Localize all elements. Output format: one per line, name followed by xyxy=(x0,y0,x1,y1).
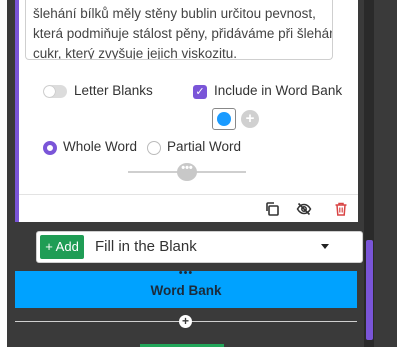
include-word-bank-checkbox[interactable]: ✓ xyxy=(193,85,207,99)
slider-handle[interactable]: ••• xyxy=(177,163,197,181)
add-color-button[interactable]: + xyxy=(241,110,259,128)
copy-icon[interactable] xyxy=(264,201,280,217)
plus-icon: + xyxy=(181,314,189,328)
check-icon: ✓ xyxy=(195,86,205,98)
drag-handle-icon[interactable]: ••• xyxy=(15,267,357,279)
add-button[interactable]: + Add xyxy=(40,235,84,259)
passage-line: která podmiňuje stálost pěny, přidáváme … xyxy=(33,26,333,41)
letter-blanks-toggle[interactable] xyxy=(43,85,67,98)
whole-word-label: Whole Word xyxy=(63,139,138,154)
trash-icon[interactable] xyxy=(333,201,349,217)
word-bank-label: Word Bank xyxy=(150,283,222,298)
include-word-bank-label: Include in Word Bank xyxy=(214,83,343,98)
color-dot xyxy=(217,112,231,126)
partial-word-label: Partial Word xyxy=(167,139,242,154)
letter-blanks-label: Letter Blanks xyxy=(74,83,153,98)
add-blank-row: + Add Fill in the Blank xyxy=(36,231,363,263)
card-divider xyxy=(19,194,358,195)
toggle-knob xyxy=(44,86,55,97)
whole-word-radio[interactable] xyxy=(43,141,57,155)
slider-handle-dots: ••• xyxy=(181,162,193,174)
blank-type-select[interactable]: Fill in the Blank xyxy=(95,238,197,255)
word-bank-bar[interactable]: ••• Word Bank xyxy=(15,267,357,308)
passage-text-area[interactable]: šlehání bílků měly stěny bublin určitou … xyxy=(25,0,333,60)
blank-options-row: Letter Blanks ✓ Include in Word Bank xyxy=(40,82,343,102)
eye-off-icon[interactable] xyxy=(296,201,312,217)
partial-word-radio[interactable] xyxy=(147,141,161,155)
add-section-button[interactable]: + xyxy=(179,315,192,328)
passage-line: cukr, který zvyšuje jejich viskozitu. xyxy=(33,46,238,60)
chevron-down-icon[interactable] xyxy=(321,244,329,249)
plus-icon: + xyxy=(245,110,255,127)
passage-line: šlehání bílků měly stěny bublin určitou … xyxy=(33,6,316,21)
match-mode-row: Whole Word Partial Word xyxy=(40,138,340,158)
blank-color-swatch[interactable] xyxy=(212,108,236,130)
scrollbar-thumb[interactable] xyxy=(366,240,373,340)
